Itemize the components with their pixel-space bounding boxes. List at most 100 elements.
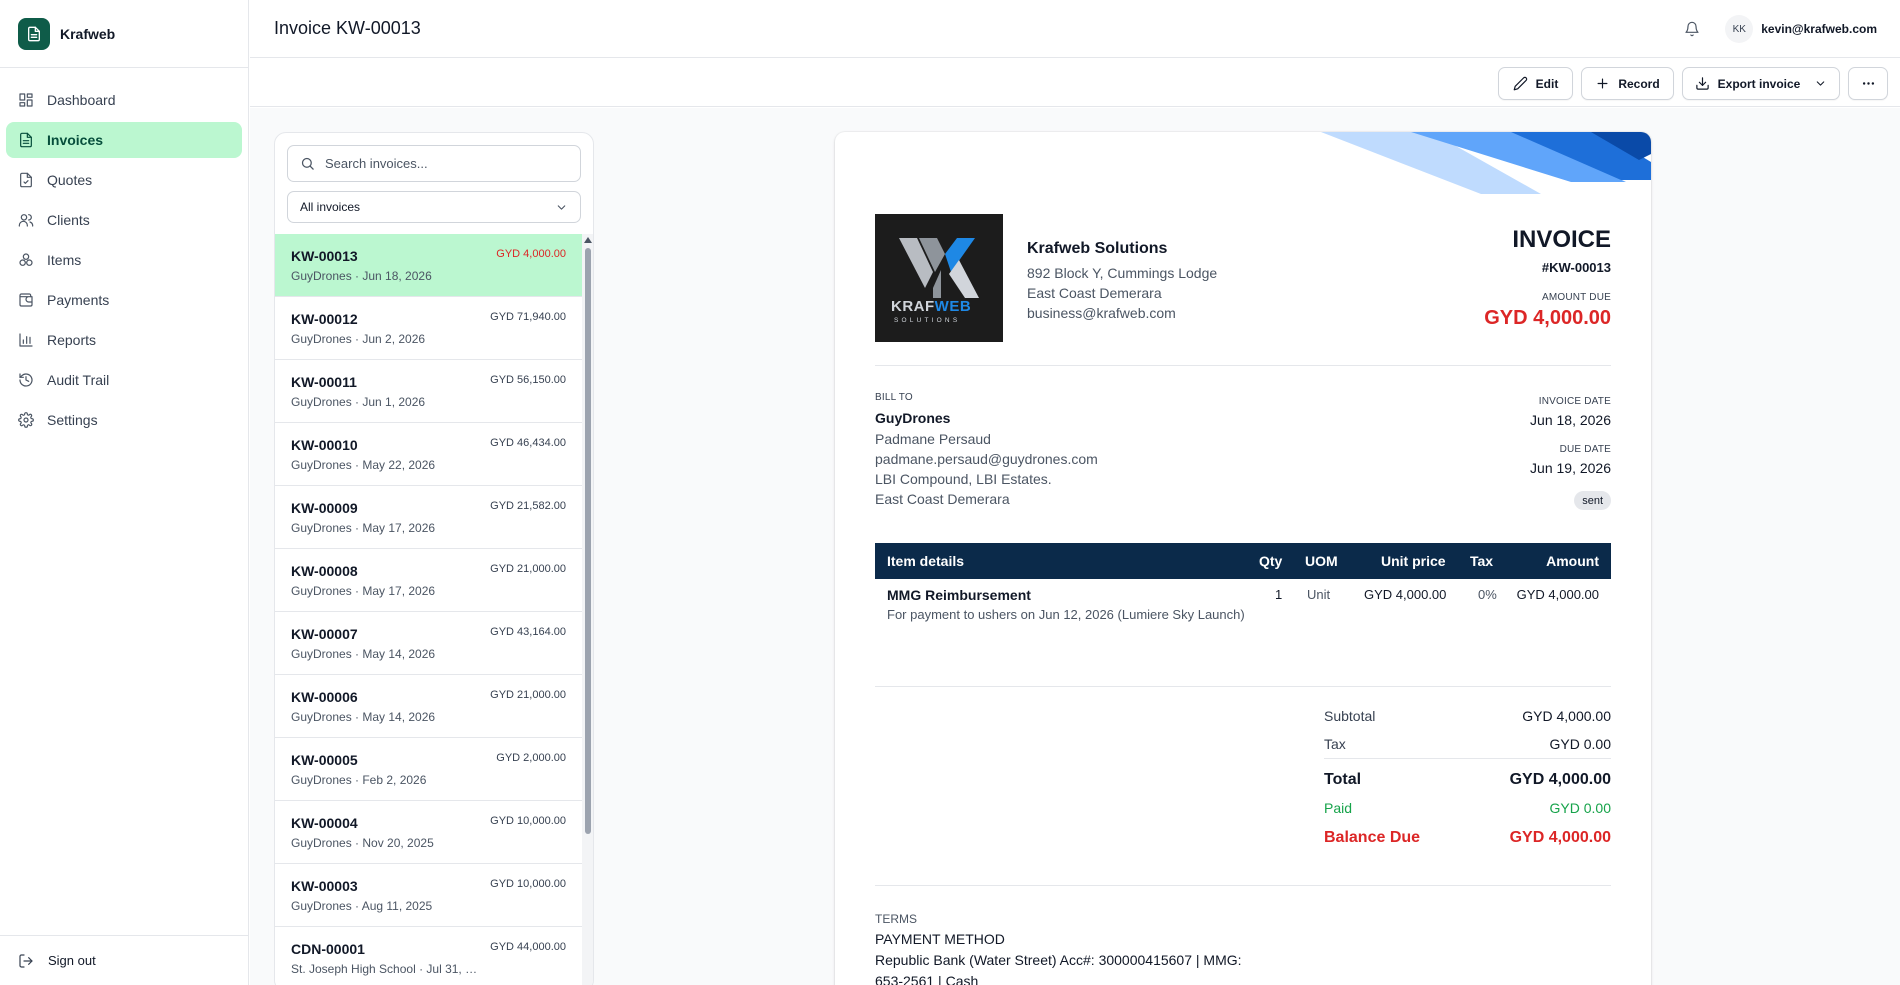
invoice-number: KW-00004 xyxy=(291,815,358,831)
invoice-list-panel: All invoices KW-00013 GYD 4,000.00 GuyDr… xyxy=(274,132,594,985)
invoice-number: KW-00009 xyxy=(291,500,358,516)
items-table-header: Item details Qty UOM Unit price Tax Amou… xyxy=(875,543,1611,579)
invoice-filter-select[interactable]: All invoices xyxy=(287,191,581,223)
users-icon xyxy=(18,214,34,227)
invoice-list-item[interactable]: KW-00010 GYD 46,434.00 GuyDrones · May 2… xyxy=(275,423,582,486)
invoice-list-item[interactable]: KW-00008 GYD 21,000.00 GuyDrones · May 1… xyxy=(275,549,582,612)
invoice-client-date: GuyDrones · Nov 20, 2025 xyxy=(291,836,434,850)
list-scrollbar-thumb[interactable] xyxy=(585,248,591,834)
total-value: GYD 4,000.00 xyxy=(1509,771,1611,788)
sidebar-item-items[interactable]: Items xyxy=(6,242,242,278)
col-uom: UOM xyxy=(1305,553,1338,569)
chevron-down-icon xyxy=(557,205,566,210)
record-payment-button[interactable]: Record xyxy=(1581,67,1674,100)
sidebar-item-dashboard[interactable]: Dashboard xyxy=(6,82,242,118)
invoice-list-item[interactable]: KW-00013 GYD 4,000.00 GuyDrones · Jun 18… xyxy=(275,234,582,297)
list-scrollbar[interactable] xyxy=(582,234,593,985)
invoice-client-date: GuyDrones · Jun 2, 2026 xyxy=(291,332,426,346)
notifications-button[interactable] xyxy=(1677,14,1707,44)
item-description: For payment to ushers on Jun 12, 2026 (L… xyxy=(887,607,1245,622)
invoice-client-date: GuyDrones · May 17, 2026 xyxy=(291,521,436,535)
sidebar-item-quotes[interactable]: Quotes xyxy=(6,162,242,198)
col-unit-price: Unit price xyxy=(1381,553,1446,569)
invoice-list-item[interactable]: KW-00003 GYD 10,000.00 GuyDrones · Aug 1… xyxy=(275,864,582,927)
history-icon xyxy=(19,373,33,387)
record-label: Record xyxy=(1618,76,1660,91)
sidebar-item-label: Clients xyxy=(47,212,90,228)
sidebar: Krafweb Dashboard Invoices Quotes Client… xyxy=(0,0,249,985)
invoice-date: Jun 18, 2026 xyxy=(1530,412,1611,428)
sidebar-item-label: Payments xyxy=(47,292,110,308)
bill-to-address-line-2: East Coast Demerara xyxy=(875,491,1010,507)
divider xyxy=(875,885,1611,886)
sidebar-item-label: Invoices xyxy=(47,132,104,148)
edit-button[interactable]: Edit xyxy=(1498,67,1573,100)
search-input[interactable] xyxy=(325,156,565,171)
invoice-amount: GYD 10,000.00 xyxy=(490,815,566,827)
pencil-icon xyxy=(1513,76,1527,91)
company-name: Krafweb Solutions xyxy=(1027,240,1168,257)
invoice-filter-value: All invoices xyxy=(300,200,361,214)
bell-icon xyxy=(1685,21,1699,37)
invoice-amount: GYD 46,434.00 xyxy=(490,437,566,449)
terms-label: TERMS xyxy=(875,912,917,926)
edit-label: Edit xyxy=(1535,76,1559,91)
invoice-list-item[interactable]: KW-00011 GYD 56,150.00 GuyDrones · Jun 1… xyxy=(275,360,582,423)
download-icon xyxy=(1695,77,1709,90)
invoice-list-item[interactable]: KW-00004 GYD 10,000.00 GuyDrones · Nov 2… xyxy=(275,801,582,864)
invoice-client-date: GuyDrones · Jun 1, 2026 xyxy=(291,395,426,409)
sidebar-item-clients[interactable]: Clients xyxy=(6,202,242,238)
sidebar-nav: Dashboard Invoices Quotes Clients Items … xyxy=(0,68,248,438)
export-invoice-button[interactable]: Export invoice xyxy=(1682,67,1840,100)
item-uom: Unit xyxy=(1307,587,1331,602)
bill-to-contact: Padmane Persaud xyxy=(875,431,991,447)
invoice-number-display: #KW-00013 xyxy=(1541,260,1611,275)
invoice-number: KW-00006 xyxy=(291,689,358,705)
sidebar-item-payments[interactable]: Payments xyxy=(6,282,242,318)
brand-name: Krafweb xyxy=(60,25,116,42)
invoice-list-item[interactable]: KW-00009 GYD 21,582.00 GuyDrones · May 1… xyxy=(275,486,582,549)
invoice-number: KW-00012 xyxy=(291,311,358,327)
invoice-list-item[interactable]: KW-00005 GYD 2,000.00 GuyDrones · Feb 2,… xyxy=(275,738,582,801)
user-email[interactable]: kevin@krafweb.com xyxy=(1761,22,1877,36)
brand[interactable]: Krafweb xyxy=(0,0,248,68)
invoice-amount: GYD 10,000.00 xyxy=(490,878,566,890)
col-amount: Amount xyxy=(1546,553,1599,569)
col-item-details: Item details xyxy=(887,553,965,569)
invoice-list: KW-00013 GYD 4,000.00 GuyDrones · Jun 18… xyxy=(275,234,582,985)
sidebar-item-settings[interactable]: Settings xyxy=(6,402,242,438)
total-label: Total xyxy=(1324,771,1362,788)
search-box[interactable] xyxy=(287,145,581,182)
due-date: Jun 19, 2026 xyxy=(1530,460,1611,476)
sign-out-button[interactable]: Sign out xyxy=(0,935,249,985)
more-options-button[interactable] xyxy=(1848,67,1888,100)
invoice-list-item[interactable]: CDN-00001 GYD 44,000.00 St. Joseph High … xyxy=(275,927,582,985)
sidebar-item-invoices[interactable]: Invoices xyxy=(6,122,242,158)
top-bar: Invoice KW-00013 KK kevin@krafweb.com xyxy=(250,0,1900,58)
plus-icon xyxy=(1597,78,1608,89)
invoice-client-date: GuyDrones · May 22, 2026 xyxy=(291,458,436,472)
invoice-client-date: GuyDrones · May 14, 2026 xyxy=(291,710,436,724)
scroll-up-arrow-icon[interactable] xyxy=(584,237,592,243)
sidebar-item-audit-trail[interactable]: Audit Trail xyxy=(6,362,242,398)
search-icon xyxy=(301,157,314,170)
bill-to-email: padmane.persaud@guydrones.com xyxy=(875,451,1098,467)
invoice-number: KW-00011 xyxy=(291,374,357,390)
bar-chart-icon xyxy=(19,333,33,347)
invoice-number: KW-00005 xyxy=(291,752,358,768)
avatar[interactable]: KK xyxy=(1725,15,1754,43)
invoice-list-item[interactable]: KW-00007 GYD 43,164.00 GuyDrones · May 1… xyxy=(275,612,582,675)
items-icon xyxy=(19,253,33,266)
invoice-amount: GYD 4,000.00 xyxy=(496,248,566,260)
sidebar-item-reports[interactable]: Reports xyxy=(6,322,242,358)
brand-logo-icon xyxy=(18,17,50,50)
sign-out-icon xyxy=(19,953,33,968)
bill-to-address-line-1: LBI Compound, LBI Estates. xyxy=(875,471,1052,487)
sidebar-item-label: Dashboard xyxy=(47,92,116,108)
col-tax: Tax xyxy=(1470,553,1494,569)
company-address-line-2: East Coast Demerara xyxy=(1027,285,1162,301)
totals-divider xyxy=(1324,758,1611,759)
divider xyxy=(875,686,1611,687)
invoice-list-item[interactable]: KW-00006 GYD 21,000.00 GuyDrones · May 1… xyxy=(275,675,582,738)
invoice-list-item[interactable]: KW-00012 GYD 71,940.00 GuyDrones · Jun 2… xyxy=(275,297,582,360)
